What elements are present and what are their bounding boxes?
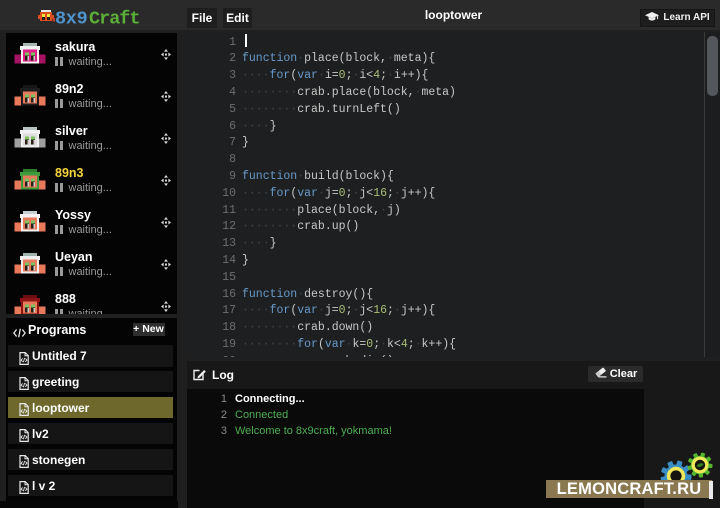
svg-text:8x9: 8x9 — [55, 9, 87, 28]
svg-text:Craft: Craft — [89, 9, 140, 28]
